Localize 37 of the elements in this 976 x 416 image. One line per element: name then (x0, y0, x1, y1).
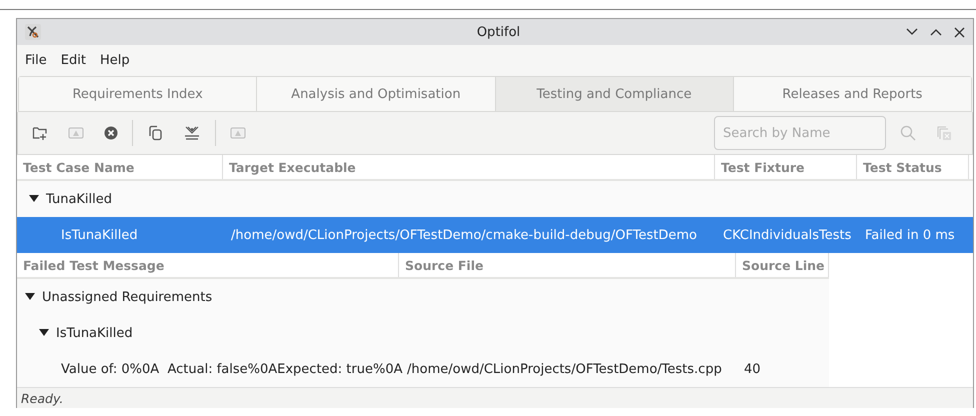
search-field[interactable]: Search by Name (714, 116, 886, 150)
expand-arrow-icon[interactable] (25, 293, 35, 301)
status-text: Ready. (21, 390, 64, 406)
menu-item[interactable]: Help (100, 52, 130, 68)
copy-icon[interactable] (147, 125, 163, 141)
column-header[interactable]: Source Line (736, 253, 829, 277)
menu-item[interactable]: File (25, 52, 47, 68)
table-cell-text: Failed in 0 ms (864, 228, 956, 242)
table-cell-text: CKCIndividualsTests (722, 228, 852, 242)
minimize-icon[interactable] (906, 28, 918, 36)
tray-icon[interactable] (183, 125, 201, 141)
column-header[interactable]: Target Executable (223, 155, 715, 179)
menu-item[interactable]: Edit (60, 52, 86, 68)
table-cell-text: IsTunaKilled (60, 228, 139, 242)
window-title: Optifol (476, 24, 522, 40)
table-cell-text: /home/owd/CLionProjects/OFTestDemo/Tests.cpp (406, 362, 723, 376)
tab[interactable]: Releases and Reports (732, 77, 971, 111)
close-icon[interactable] (954, 26, 965, 38)
column-header[interactable]: Failed Test Message (17, 253, 399, 277)
table-cell-text: 40 (743, 362, 762, 376)
maximize-icon[interactable] (930, 28, 942, 36)
column-header[interactable]: Source File (399, 253, 736, 277)
tab[interactable]: Requirements Index (19, 77, 256, 111)
expand-arrow-icon[interactable] (39, 329, 49, 337)
remove-icon[interactable] (104, 126, 118, 140)
column-header[interactable]: Test Case Name (17, 155, 223, 179)
column-header[interactable]: Test Fixture (715, 155, 857, 179)
tree-group-label[interactable]: IsTunaKilled (56, 326, 133, 340)
folder-add-icon[interactable] (32, 125, 48, 141)
expand-arrow-icon[interactable] (29, 195, 39, 203)
column-header[interactable]: Test Status (857, 155, 969, 179)
tree-group-label[interactable]: TunaKilled (46, 192, 112, 206)
table-row[interactable]: IsTunaKilled /home/owd/CLionProjects/OFTestDemo/cmake-build-debug/OFTestDemo CKCIndividualsTests Failed in 0 ms (17, 217, 973, 253)
tab[interactable]: Testing and Compliance (494, 77, 733, 111)
app-logo-icon (25, 24, 41, 40)
tree-group-label[interactable]: Unassigned Requirements (42, 290, 212, 304)
table-cell-text: /home/owd/CLionProjects/OFTestDemo/cmake-build-debug/OFTestDemo (230, 228, 698, 242)
